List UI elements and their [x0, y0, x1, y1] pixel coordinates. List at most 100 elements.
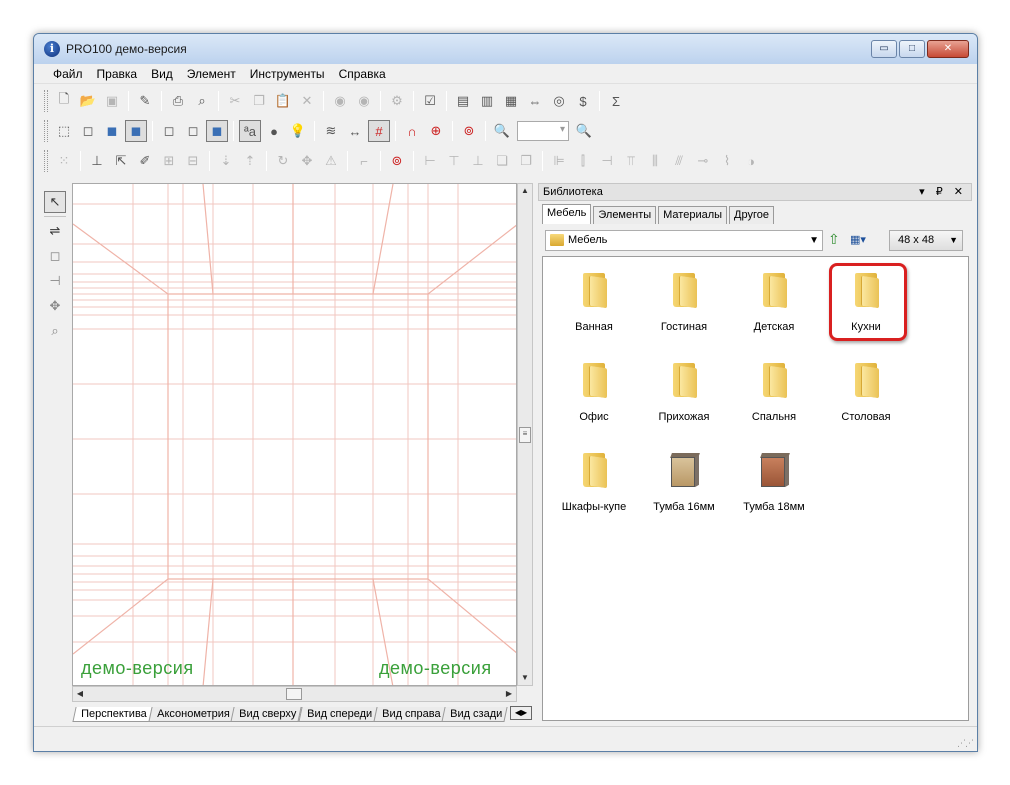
align-back-icon[interactable]: ❏ [491, 150, 513, 172]
paste-icon[interactable]: 📋 [272, 90, 294, 112]
save-icon[interactable]: ▣ [101, 90, 123, 112]
align-bottom-icon[interactable]: ⊥ [467, 150, 489, 172]
tab-back-view[interactable]: Вид сзади [441, 707, 509, 722]
cutting-list-icon[interactable]: ▦ [500, 90, 522, 112]
menu-help[interactable]: Справка [332, 67, 393, 81]
library-item[interactable]: Гостиная [639, 263, 729, 343]
magnet-icon[interactable]: ∩ [401, 120, 423, 142]
zoom-in-icon[interactable]: 🔍 [573, 120, 595, 142]
library-item[interactable]: Столовая [821, 353, 911, 433]
tab-perspective[interactable]: Перспектива [72, 707, 153, 722]
report-preview-icon[interactable]: ▥ [476, 90, 498, 112]
wireframe-box-icon[interactable]: ⬚ [53, 120, 75, 142]
center-target-icon[interactable]: ⊚ [458, 120, 480, 142]
move-icon[interactable]: ✥ [296, 150, 318, 172]
clipboard-settings-icon[interactable]: ⚙ [386, 90, 408, 112]
tab-other[interactable]: Другое [729, 206, 774, 224]
zoom-combo[interactable] [517, 121, 569, 141]
align-mid-icon[interactable]: ⊸ [692, 150, 714, 172]
insert-element-icon[interactable]: ⊥ [86, 150, 108, 172]
tab-top-view[interactable]: Вид сверху [230, 707, 303, 722]
cut-icon[interactable]: ✂ [224, 90, 246, 112]
print-icon[interactable]: ⎙ [167, 90, 189, 112]
resize-grip-icon[interactable]: ⋰⋰ [957, 738, 974, 749]
scroll-down-icon[interactable]: ▼ [518, 671, 532, 685]
new-file-icon[interactable]: 🗋 [53, 90, 75, 112]
wall-tool-icon[interactable]: ⊣ [44, 270, 66, 292]
toolbar-grip[interactable] [44, 90, 48, 112]
pan-tool-icon[interactable]: ✥ [44, 295, 66, 317]
tab-elements[interactable]: Элементы [593, 206, 657, 224]
dimension-line-icon[interactable]: ↔ [344, 120, 366, 142]
checklist-icon[interactable]: ☑ [419, 90, 441, 112]
distribute-center-icon[interactable]: ⫿ [572, 150, 594, 172]
menu-view[interactable]: Вид [144, 67, 180, 81]
dimensions-report-icon[interactable]: ⇔ [524, 90, 546, 112]
move-down-icon[interactable]: ⇣ [215, 150, 237, 172]
close-button[interactable]: ✕ [927, 40, 969, 58]
library-item[interactable]: Тумба 18мм [729, 443, 819, 523]
library-path-combo[interactable]: Мебель ▼ [545, 230, 823, 251]
material-sphere-icon[interactable]: ● [263, 120, 285, 142]
align-front-icon[interactable]: ❐ [515, 150, 537, 172]
library-item[interactable]: Ванная [549, 263, 639, 343]
pointer-icon[interactable]: ↖ [44, 191, 66, 213]
library-item[interactable]: Тумба 16мм [639, 443, 729, 523]
rotate-icon[interactable]: ↻ [272, 150, 294, 172]
distribute-left-icon[interactable]: ⊫ [548, 150, 570, 172]
zoom-tool-icon[interactable]: ⌕ [44, 320, 66, 342]
toolbar-grip[interactable] [44, 120, 48, 142]
tab-furniture[interactable]: Мебель [542, 204, 592, 224]
view-mode-icon[interactable]: ▦▾ [850, 233, 876, 249]
solid-box-icon[interactable]: ◼ [101, 120, 123, 142]
tab-axonometry[interactable]: Аксонометрия [148, 707, 236, 722]
grid-icon[interactable]: # [368, 120, 390, 142]
snap-target-icon[interactable]: ⊕ [425, 120, 447, 142]
distribute-horizontal-icon[interactable]: ⫼ [644, 150, 666, 172]
3d-viewport[interactable]: демо-версия демо-версия [72, 183, 517, 686]
library-header-controls[interactable]: ▾ ₽ ✕ [919, 184, 967, 200]
group-select-icon[interactable]: ⊞ [158, 150, 180, 172]
room-solid-icon[interactable]: ◼ [206, 120, 228, 142]
price-report-icon[interactable]: $ [572, 90, 594, 112]
floor-plan-icon[interactable]: ⇌ [44, 220, 66, 242]
properties-icon[interactable]: ✎ [134, 90, 156, 112]
distribute-right-icon[interactable]: ⊣ [596, 150, 618, 172]
scroll-thumb[interactable]: ≡ [519, 427, 531, 443]
texture-icon[interactable]: ◑ [740, 150, 762, 172]
scroll-up-icon[interactable]: ▲ [518, 184, 532, 198]
scroll-right-icon[interactable]: ▶ [502, 687, 516, 701]
lighting-report-icon[interactable]: ◎ [548, 90, 570, 112]
align-left-icon[interactable]: ⊢ [419, 150, 441, 172]
distribute-vertical-icon[interactable]: ⫻ [668, 150, 690, 172]
zoom-out-icon[interactable]: 🔍 [491, 120, 513, 142]
library-item[interactable]: Прихожая [639, 353, 729, 433]
layers-icon[interactable]: ≋ [320, 120, 342, 142]
labels-toggle-icon[interactable]: ªa [239, 120, 261, 142]
minimize-button[interactable]: ▭ [871, 40, 897, 58]
shaded-box-icon[interactable]: ◼ [125, 120, 147, 142]
align-corner-icon[interactable]: ⌐ [353, 150, 375, 172]
ungroup-icon[interactable]: ⊟ [182, 150, 204, 172]
pipe-icon[interactable]: ⌇ [716, 150, 738, 172]
target-icon[interactable]: ⊚ [386, 150, 408, 172]
scroll-thumb[interactable] [286, 688, 302, 700]
horizontal-scrollbar[interactable]: ◀ ▶ [72, 686, 517, 702]
room-outline-tool-icon[interactable]: ◻ [44, 245, 66, 267]
redo-icon[interactable]: ◉ [353, 90, 375, 112]
select-arrow-icon[interactable]: ⇱ [110, 150, 132, 172]
room-wire-icon[interactable]: ◻ [158, 120, 180, 142]
menu-element[interactable]: Элемент [180, 67, 243, 81]
icon-size-combo[interactable]: 48 x 48 ▼ [889, 230, 963, 251]
move-up-icon[interactable]: ⇡ [239, 150, 261, 172]
library-item[interactable]: Шкафы-купе [549, 443, 639, 523]
menu-file[interactable]: Файл [46, 67, 90, 81]
align-top-icon[interactable]: ⊤ [443, 150, 465, 172]
light-bulb-icon[interactable]: 💡 [287, 120, 309, 142]
delete-icon[interactable]: ✕ [296, 90, 318, 112]
tab-materials[interactable]: Материалы [658, 206, 728, 224]
outline-box-icon[interactable]: ◻ [77, 120, 99, 142]
tab-right-view[interactable]: Вид справа [373, 707, 446, 722]
open-folder-icon[interactable]: 📂 [77, 90, 99, 112]
maximize-button[interactable]: □ [899, 40, 925, 58]
